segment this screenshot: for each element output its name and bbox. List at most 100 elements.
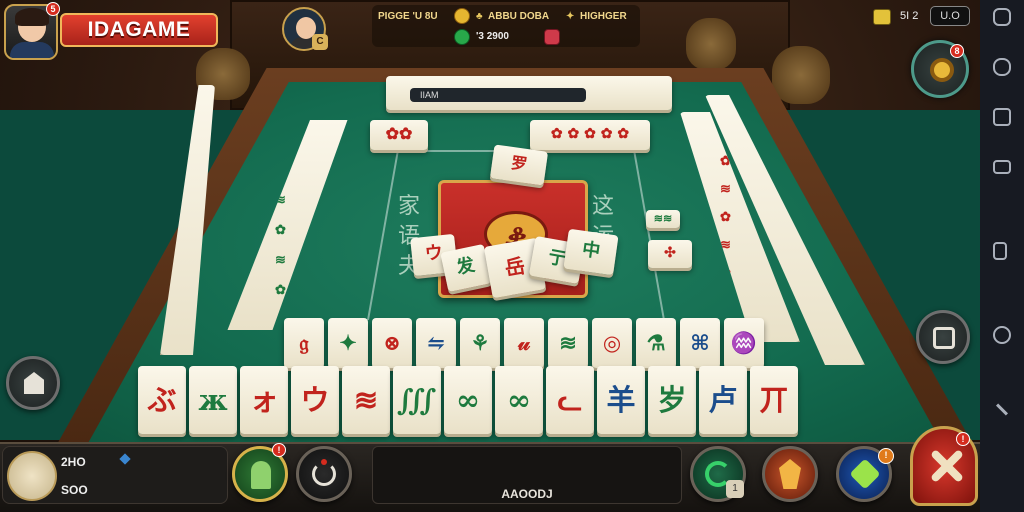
- hero-skill-button[interactable]: [762, 446, 818, 502]
- discard-tile: ≋≋: [646, 210, 680, 228]
- discard-tile: ✣: [648, 240, 692, 268]
- small-tile-badge: 1: [726, 480, 744, 498]
- settings-icon[interactable]: [993, 326, 1011, 344]
- hand-tile[interactable]: ⊗: [372, 318, 412, 368]
- people-icon: [251, 461, 271, 489]
- hand-tile[interactable]: 卢: [699, 366, 747, 434]
- tile-glyph: ∭: [396, 383, 438, 417]
- hand-tile[interactable]: ⌘: [680, 318, 720, 368]
- settings-notification-badge: 8: [950, 44, 964, 58]
- info-label-1: PIGGE 'U 8U: [378, 11, 438, 22]
- chat-panel[interactable]: AAOODJ: [372, 446, 682, 504]
- potion-icon: [849, 458, 881, 490]
- tile-glyph: ⚗: [646, 330, 666, 355]
- discard-tile: ✿ ✿ ✿ ✿ ✿: [530, 120, 650, 150]
- cash-icon: [873, 9, 891, 25]
- magic-notification-badge: !: [878, 448, 894, 464]
- friends-notification-badge: !: [272, 443, 286, 457]
- tile-glyph: ォ: [249, 383, 279, 417]
- player-value-top: 2HO: [61, 455, 86, 469]
- tile-glyph: ◎: [602, 330, 622, 355]
- gem-icon: [454, 29, 470, 45]
- tile-glyph: ⚘: [470, 330, 490, 355]
- player-avatar[interactable]: [7, 451, 57, 501]
- hand-tile[interactable]: ᓚ: [546, 366, 594, 434]
- cash-value: 5I 2: [900, 10, 919, 22]
- action-notification-badge: !: [956, 432, 970, 446]
- chips-icon: ♣: [476, 11, 483, 22]
- chip-icon: [544, 29, 560, 45]
- player-value-bottom: SOO: [61, 483, 88, 497]
- hand-tile[interactable]: ж: [189, 366, 237, 434]
- window-icon[interactable]: [993, 108, 1011, 126]
- tile-glyph: ぶ: [147, 383, 177, 417]
- puzzle-icon[interactable]: [993, 8, 1011, 26]
- hand-tile[interactable]: 羊: [597, 366, 645, 434]
- panel-icon[interactable]: [993, 160, 1011, 174]
- hand-tile[interactable]: ≋: [342, 366, 390, 434]
- tile-glyph: ⊗: [383, 330, 401, 355]
- cash-display: 5I 2 U.O: [870, 6, 972, 28]
- tile-glyph: ∞: [506, 383, 532, 417]
- hand-tile[interactable]: ⇋: [416, 318, 456, 368]
- system-rail: [980, 0, 1024, 512]
- tile-glyph: ♒: [730, 330, 758, 355]
- hand-tile[interactable]: ✦: [328, 318, 368, 368]
- hand-tile[interactable]: ∞: [495, 366, 543, 434]
- top-info-panel: PIGGE 'U 8U ♣ ABBU DOBA ✦ HIGHGER '3 290…: [372, 5, 640, 47]
- trophy-icon: ✦: [566, 11, 575, 22]
- tile-glyph: ✦: [339, 330, 357, 355]
- top-wall-tiles: IIAM: [386, 76, 672, 110]
- cloud-icon[interactable]: [993, 58, 1011, 76]
- tile-glyph: ∞: [455, 383, 481, 417]
- tile-glyph: 羊: [606, 383, 636, 417]
- discard-tile: 罗: [489, 144, 549, 186]
- tile-glyph: ウ: [300, 383, 330, 417]
- record-button[interactable]: [296, 446, 352, 502]
- hand-tile[interactable]: 丌: [750, 366, 798, 434]
- brand-logo: IDAGAME: [60, 13, 218, 47]
- top-wall-label: IIAM: [410, 88, 586, 102]
- collapse-icon[interactable]: [995, 403, 1009, 416]
- game-scene: 家 语 夫 这 运 ቇ IIAM ✿✿ ✿ ✿ ✿ ✿ ✿ 罗 ≋≋ ✣ ≋✿≋…: [0, 0, 1024, 512]
- tile-glyph: ⌘: [690, 330, 710, 355]
- info-value: '3 2900: [476, 31, 509, 42]
- gear-icon: [930, 58, 954, 82]
- discard-tile: ✿✿: [370, 120, 428, 150]
- info-label-2: ABBU DOBA: [488, 11, 550, 22]
- auto-play-button[interactable]: [916, 310, 970, 364]
- warrior-icon: [779, 459, 801, 489]
- hand-tile[interactable]: ∭: [393, 366, 441, 434]
- hand-tile[interactable]: 岁: [648, 366, 696, 434]
- hand-tile[interactable]: ∞: [444, 366, 492, 434]
- hand-tile[interactable]: 𝓊: [504, 318, 544, 368]
- hand-tile[interactable]: ⚗: [636, 318, 676, 368]
- hand-tile[interactable]: 𝔤: [284, 318, 324, 368]
- vase-right: [686, 18, 736, 70]
- tile-glyph: ≋: [559, 330, 577, 355]
- center-tile[interactable]: 中: [563, 228, 619, 276]
- version-badge: U.O: [930, 6, 970, 26]
- vase-far-right: [772, 46, 830, 104]
- hand-tile[interactable]: ⚘: [460, 318, 500, 368]
- tile-glyph: ж: [198, 383, 228, 417]
- tile-glyph: 丌: [759, 383, 789, 417]
- tile-glyph: ≋: [353, 383, 379, 417]
- opponent-badge: C: [312, 34, 328, 50]
- tile-glyph: 卢: [708, 383, 738, 417]
- tile-glyph: 𝔤: [299, 330, 309, 355]
- coin-icon: [454, 8, 470, 24]
- hand-tile[interactable]: ォ: [240, 366, 288, 434]
- hand-tile[interactable]: ぶ: [138, 366, 186, 434]
- tile-glyph: 岁: [657, 383, 687, 417]
- diamond-icon: [119, 453, 131, 465]
- hand-tile[interactable]: ≋: [548, 318, 588, 368]
- hand-tile[interactable]: ◎: [592, 318, 632, 368]
- hand-tile[interactable]: ♒: [724, 318, 764, 368]
- share-icon[interactable]: [993, 242, 1007, 260]
- player-panel: 2HO SOO: [2, 446, 228, 504]
- robot-icon: [933, 327, 955, 349]
- house-icon: [24, 372, 44, 394]
- home-button[interactable]: [6, 356, 60, 410]
- hand-tile[interactable]: ウ: [291, 366, 339, 434]
